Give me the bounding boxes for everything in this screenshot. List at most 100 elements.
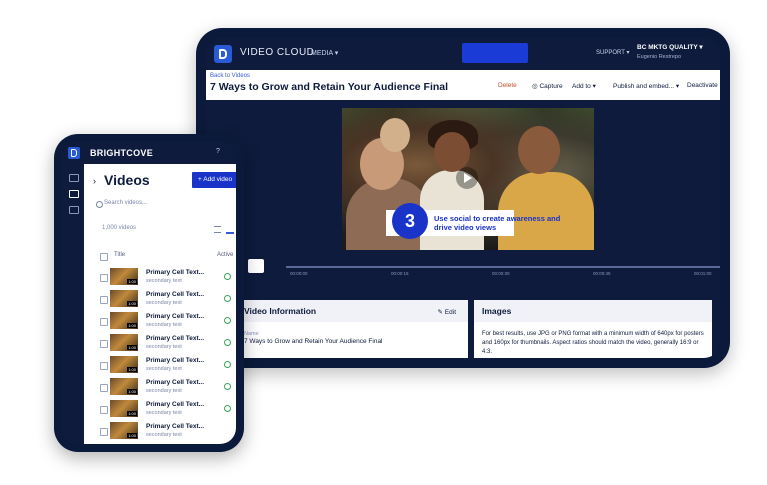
timeline-label: 00:00:15 [391,271,409,276]
delete-button[interactable]: Delete [498,82,517,89]
add-video-button[interactable]: + Add video [192,172,236,188]
account-user: Eugenio Restrepo [637,54,682,60]
table-row[interactable]: 1:00 Primary Cell Text... secondary text [84,332,236,354]
brightcove-logo-icon[interactable] [214,45,232,63]
video-title: 7 Ways to Grow and Retain Your Audience … [210,81,449,93]
row-title: Primary Cell Text... [146,291,205,298]
row-title: Primary Cell Text... [146,357,205,364]
pencil-icon: ✎ [437,309,443,316]
analytics-icon[interactable] [69,206,79,214]
row-title: Primary Cell Text... [146,313,205,320]
table-row[interactable]: 1:00 Primary Cell Text... secondary text [84,398,236,420]
row-title: Primary Cell Text... [146,401,205,408]
active-status-icon [224,339,231,346]
duration-badge: 1:00 [127,279,137,284]
tablet-screen: VIDEO CLOUD MEDIA ▾ SUPPORT ▾ BC MKTG QU… [206,38,720,358]
nav-highlight-button[interactable] [462,43,528,63]
name-value: 7 Ways to Grow and Retain Your Audience … [244,338,383,345]
search-input[interactable]: Search videos... [104,200,147,206]
row-checkbox[interactable] [100,384,108,392]
video-info-card: Video Information ✎ Edit Name 7 Ways to … [236,300,468,358]
publish-embed-button[interactable]: Publish and embed... ▾ [613,82,679,90]
video-thumbnail: 1:00 [110,312,138,329]
duration-badge: 1:00 [127,345,137,350]
row-checkbox[interactable] [100,296,108,304]
duration-badge: 1:00 [127,411,137,416]
phone-device: BRIGHTCOVE ? › Videos + Add video Search… [54,134,244,452]
video-caption-overlay: 3 Use social to create awareness and dri… [386,203,560,239]
support-menu[interactable]: SUPPORT ▾ [596,49,629,56]
page-title: Videos [104,172,150,188]
back-to-videos-link[interactable]: Back to Videos [210,73,250,79]
table-row[interactable]: 1:00 Primary Cell Text... secondary text [84,266,236,288]
phone-screen: BRIGHTCOVE ? › Videos + Add video Search… [62,142,236,444]
images-card: Images For best results, use JPG or PNG … [474,300,712,358]
list-view-icon[interactable] [214,226,221,233]
video-person [434,132,470,172]
row-subtitle: secondary text [146,432,182,438]
row-subtitle: secondary text [146,344,182,350]
table-row[interactable]: 1:00 Primary Cell Text... secondary text [84,288,236,310]
capture-button[interactable]: ◎ Capture [532,82,563,90]
edit-button[interactable]: ✎ Edit [438,308,456,316]
timeline-label: 00:00:30 [492,271,510,276]
row-checkbox[interactable] [100,406,108,414]
play-icon[interactable] [456,167,478,189]
video-thumbnail: 1:00 [110,356,138,373]
row-subtitle: secondary text [146,410,182,416]
row-checkbox[interactable] [100,318,108,326]
row-subtitle: secondary text [146,388,182,394]
chevron-right-icon[interactable]: › [93,176,96,186]
deactivate-button[interactable]: Deactivate [687,82,718,89]
top-nav: VIDEO CLOUD MEDIA ▾ SUPPORT ▾ BC MKTG QU… [206,38,720,70]
row-title: Primary Cell Text... [146,379,205,386]
card-title: Images [482,306,512,316]
card-header: Images [474,300,712,322]
row-checkbox[interactable] [100,362,108,370]
active-status-icon [224,361,231,368]
video-thumbnail: 1:00 [110,422,138,439]
help-icon[interactable]: ? [216,148,220,155]
duration-badge: 1:00 [127,323,137,328]
video-count: 1,000 videos [102,225,137,231]
duration-badge: 1:00 [127,389,137,394]
active-status-icon [224,273,231,280]
step-number: 3 [392,203,428,239]
camera-icon: ◎ [532,83,538,90]
video-thumbnail: 1:00 [110,268,138,285]
brightcove-logo-icon[interactable] [68,147,80,159]
table-row[interactable]: 1:00 Primary Cell Text... secondary text [84,354,236,376]
active-status-icon [224,317,231,324]
row-subtitle: secondary text [146,278,182,284]
table-row[interactable]: 1:00 Primary Cell Text... secondary text [84,420,236,442]
video-person [518,126,560,174]
video-thumbnail: 1:00 [110,334,138,351]
caption-text: Use social to create awareness and drive… [434,214,561,232]
home-icon[interactable] [69,174,79,182]
table-row[interactable]: 1:00 Primary Cell Text... secondary text [84,376,236,398]
select-all-checkbox[interactable] [100,253,108,261]
video-icon[interactable] [69,190,79,198]
name-label: Name [244,331,259,337]
video-person [380,118,410,152]
table-row[interactable]: 1:00 Primary Cell Text... secondary text [84,310,236,332]
grid-view-icon[interactable] [226,226,234,234]
duration-badge: 1:00 [127,433,137,438]
side-rail [62,164,84,444]
row-checkbox[interactable] [100,428,108,436]
account-menu[interactable]: BC MKTG QUALITY ▾ [637,43,703,51]
timeline-label: 00:00:45 [593,271,611,276]
row-checkbox[interactable] [100,274,108,282]
add-to-button[interactable]: Add to ▾ [572,82,596,90]
timeline-label: 00:01:00 [694,271,712,276]
timeline-handle[interactable] [248,259,264,273]
video-thumbnail: 1:00 [110,400,138,417]
video-timeline[interactable] [286,266,720,268]
phone-top-bar: BRIGHTCOVE ? [62,142,236,164]
column-header-title: Title [114,252,126,258]
media-menu[interactable]: MEDIA ▾ [311,49,338,57]
video-player[interactable]: 3 Use social to create awareness and dri… [342,108,594,250]
row-checkbox[interactable] [100,340,108,348]
brand-name: BRIGHTCOVE [90,148,154,158]
card-title: Video Information [244,306,317,316]
